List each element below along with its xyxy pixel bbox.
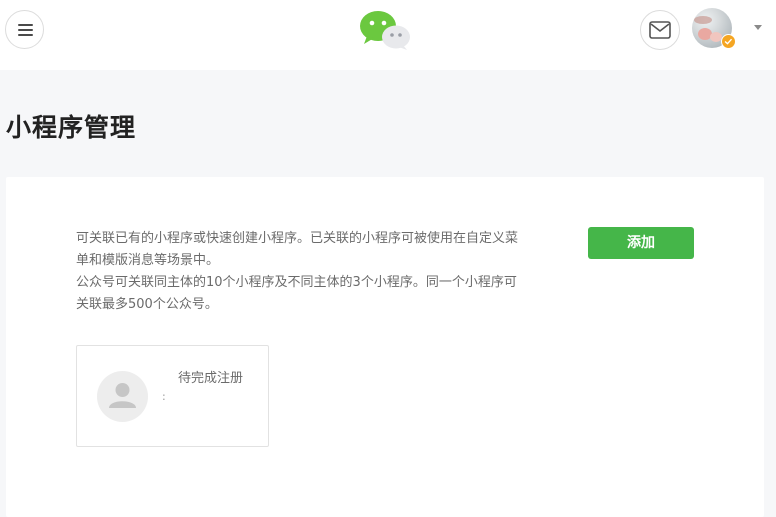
- description: 可关联已有的小程序或快速创建小程序。已关联的小程序可被使用在自定义菜 单和模版消…: [76, 228, 556, 316]
- envelope-icon: [649, 21, 671, 39]
- messages-button[interactable]: [640, 10, 680, 50]
- hamburger-menu-icon: [18, 34, 33, 36]
- description-line: 单和模版消息等场景中。: [76, 253, 220, 268]
- verified-check-icon: [721, 34, 736, 49]
- description-line: 关联最多500个公众号。: [76, 297, 218, 312]
- separator: :: [162, 390, 166, 403]
- page-title: 小程序管理: [6, 113, 137, 142]
- miniprogram-card: 可关联已有的小程序或快速创建小程序。已关联的小程序可被使用在自定义菜 单和模版消…: [6, 177, 764, 517]
- top-navigation-bar: [0, 0, 776, 70]
- description-line: 可关联已有的小程序或快速创建小程序。已关联的小程序可被使用在自定义菜: [76, 231, 519, 246]
- description-line: 公众号可关联同主体的10个小程序及不同主体的3个小程序。同一个小程序可: [76, 275, 517, 290]
- default-user-icon: [109, 383, 136, 408]
- add-button[interactable]: 添加: [588, 227, 694, 259]
- caret-down-icon[interactable]: [754, 25, 762, 30]
- hamburger-menu-icon: [18, 29, 33, 31]
- registration-status: 待完成注册: [178, 371, 244, 386]
- menu-button[interactable]: [5, 10, 44, 49]
- miniprogram-item[interactable]: 待完成注册 :: [76, 345, 269, 447]
- wechat-logo-icon[interactable]: [358, 9, 412, 51]
- miniprogram-avatar: [97, 371, 148, 422]
- hamburger-menu-icon: [18, 24, 33, 26]
